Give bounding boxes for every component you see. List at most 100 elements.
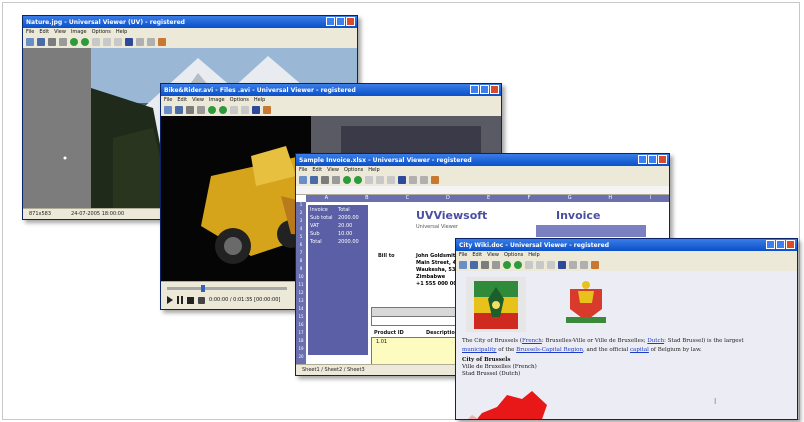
back-icon[interactable]	[503, 261, 511, 269]
minus-icon[interactable]	[420, 176, 428, 184]
fullscreen-icon[interactable]	[252, 106, 260, 114]
dutch-link[interactable]: Dutch	[647, 338, 664, 344]
minimize-button[interactable]	[638, 155, 647, 164]
menu-options[interactable]: Options	[230, 97, 249, 103]
print-icon[interactable]	[481, 261, 489, 269]
seek-handle[interactable]	[201, 285, 205, 292]
minimize-button[interactable]	[766, 240, 775, 249]
back-icon[interactable]	[343, 176, 351, 184]
forward-icon[interactable]	[81, 38, 89, 46]
menu-image[interactable]: Image	[71, 29, 87, 35]
settings-icon[interactable]	[263, 106, 271, 114]
menu-file[interactable]: File	[459, 252, 467, 258]
plus-icon[interactable]	[136, 38, 144, 46]
capital-link[interactable]: capital	[630, 347, 649, 353]
stop-icon[interactable]	[187, 296, 194, 304]
save-icon[interactable]	[310, 176, 318, 184]
forward-icon[interactable]	[354, 176, 362, 184]
menu-options[interactable]: Options	[504, 252, 523, 258]
menu-image[interactable]: Image	[209, 97, 225, 103]
close-button[interactable]	[658, 155, 667, 164]
plus-icon[interactable]	[409, 176, 417, 184]
save-icon[interactable]	[470, 261, 478, 269]
title-bar[interactable]: City Wiki.doc - Universal Viewer - regis…	[456, 239, 797, 251]
menu-help[interactable]: Help	[528, 252, 539, 258]
save-icon[interactable]	[37, 38, 45, 46]
print-icon[interactable]	[186, 106, 194, 114]
menu-help[interactable]: Help	[254, 97, 265, 103]
plus-icon[interactable]	[569, 261, 577, 269]
region-link[interactable]: Brussels-Capital Region	[516, 347, 583, 353]
fullscreen-icon[interactable]	[558, 261, 566, 269]
menu-edit[interactable]: Edit	[472, 252, 482, 258]
maximize-button[interactable]	[648, 155, 657, 164]
sheet-tabs[interactable]: Sheet1 / Sheet2 / Sheet3	[302, 367, 365, 373]
title-bar[interactable]: Nature.jpg - Universal Viewer (UV) - reg…	[23, 16, 357, 28]
maximize-button[interactable]	[480, 85, 489, 94]
forward-icon[interactable]	[219, 106, 227, 114]
back-icon[interactable]	[208, 106, 216, 114]
copy-icon[interactable]	[59, 38, 67, 46]
menu-help[interactable]: Help	[368, 167, 379, 173]
french-link[interactable]: French	[522, 338, 542, 344]
pause-icon[interactable]	[177, 296, 183, 304]
minimize-button[interactable]	[326, 17, 335, 26]
play-icon[interactable]	[167, 296, 173, 304]
minus-icon[interactable]	[580, 261, 588, 269]
formula-bar[interactable]	[296, 186, 669, 195]
settings-icon[interactable]	[158, 38, 166, 46]
settings-icon[interactable]	[431, 176, 439, 184]
menu-view[interactable]: View	[192, 97, 204, 103]
copy-icon[interactable]	[492, 261, 500, 269]
fit-icon[interactable]	[241, 106, 249, 114]
menu-file[interactable]: File	[26, 29, 34, 35]
copy-icon[interactable]	[332, 176, 340, 184]
menu-edit[interactable]: Edit	[177, 97, 187, 103]
menu-options[interactable]: Options	[344, 167, 363, 173]
open-icon[interactable]	[299, 176, 307, 184]
open-icon[interactable]	[164, 106, 172, 114]
close-button[interactable]	[786, 240, 795, 249]
menu-file[interactable]: File	[164, 97, 172, 103]
rotate-icon[interactable]	[387, 176, 395, 184]
menu-view[interactable]: View	[327, 167, 339, 173]
back-icon[interactable]	[70, 38, 78, 46]
close-button[interactable]	[346, 17, 355, 26]
save-icon[interactable]	[175, 106, 183, 114]
minimize-button[interactable]	[470, 85, 479, 94]
forward-icon[interactable]	[514, 261, 522, 269]
fullscreen-icon[interactable]	[125, 38, 133, 46]
settings-icon[interactable]	[591, 261, 599, 269]
maximize-button[interactable]	[776, 240, 785, 249]
fullscreen-icon[interactable]	[398, 176, 406, 184]
menu-view[interactable]: View	[487, 252, 499, 258]
volume-icon[interactable]	[198, 296, 205, 304]
rotate-icon[interactable]	[114, 38, 122, 46]
menu-edit[interactable]: Edit	[39, 29, 49, 35]
menu-options[interactable]: Options	[92, 29, 111, 35]
open-icon[interactable]	[459, 261, 467, 269]
close-button[interactable]	[490, 85, 499, 94]
title-bar[interactable]: Sample Invoice.xlsx - Universal Viewer -…	[296, 154, 669, 166]
menu-view[interactable]: View	[54, 29, 66, 35]
print-icon[interactable]	[48, 38, 56, 46]
zoom-icon[interactable]	[525, 261, 533, 269]
menu-edit[interactable]: Edit	[312, 167, 322, 173]
fit-icon[interactable]	[536, 261, 544, 269]
fit-icon[interactable]	[103, 38, 111, 46]
copy-icon[interactable]	[197, 106, 205, 114]
title-bar[interactable]: Bike&Rider.avi - Files .avi - Universal …	[161, 84, 501, 96]
rotate-icon[interactable]	[547, 261, 555, 269]
menu-help[interactable]: Help	[116, 29, 127, 35]
zoom-icon[interactable]	[92, 38, 100, 46]
print-icon[interactable]	[321, 176, 329, 184]
fit-icon[interactable]	[376, 176, 384, 184]
open-icon[interactable]	[26, 38, 34, 46]
seek-bar[interactable]	[167, 287, 287, 290]
maximize-button[interactable]	[336, 17, 345, 26]
minus-icon[interactable]	[147, 38, 155, 46]
zoom-icon[interactable]	[365, 176, 373, 184]
menu-file[interactable]: File	[299, 167, 307, 173]
municipality-link[interactable]: municipality	[462, 347, 497, 353]
zoom-icon[interactable]	[230, 106, 238, 114]
